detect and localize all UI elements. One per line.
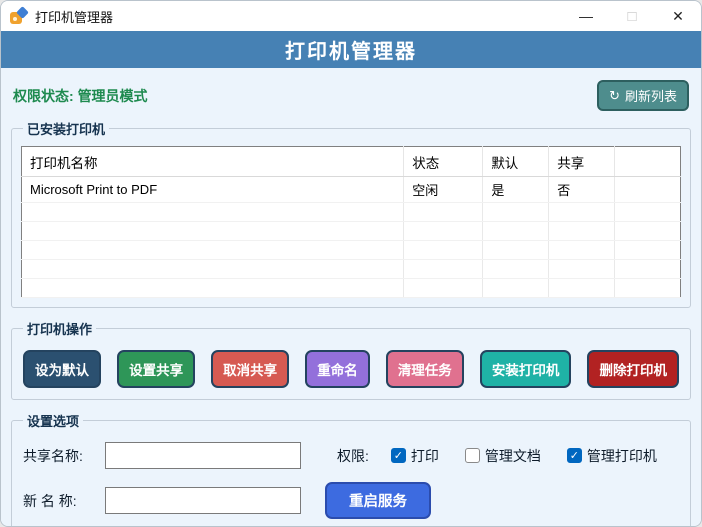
empty-cell — [615, 203, 681, 222]
printer-cell: Microsoft Print to PDF — [22, 177, 404, 203]
op-button-rename[interactable]: 重命名 — [305, 350, 370, 388]
main-content: 权限状态: 管理员模式 ↻ 刷新列表 已安装打印机 打印机名称状态默认共享 Mi… — [1, 68, 701, 527]
permissions-label: 权限: — [337, 446, 369, 466]
empty-cell — [483, 260, 549, 279]
permission-status: 权限状态: 管理员模式 — [13, 86, 148, 106]
empty-row — [22, 241, 681, 260]
op-button-delete-printer[interactable]: 删除打印机 — [587, 350, 679, 388]
printer-cell: 否 — [549, 177, 615, 203]
minimize-button[interactable]: — — [563, 1, 609, 31]
window-title: 打印机管理器 — [35, 7, 113, 26]
empty-cell — [549, 241, 615, 260]
printer-cell: 是 — [483, 177, 549, 203]
settings-grid: 共享名称: 权限: ✓ 打印 管理文档 ✓ 管理打印机 新 名 称: 重启服务 — [21, 438, 681, 525]
empty-cell — [22, 241, 404, 260]
empty-cell — [615, 222, 681, 241]
empty-cell — [404, 203, 483, 222]
empty-cell — [22, 203, 404, 222]
empty-cell — [549, 222, 615, 241]
close-button[interactable]: ✕ — [655, 1, 701, 31]
empty-cell — [549, 260, 615, 279]
app-icon-dot — [13, 17, 17, 21]
refresh-icon: ↻ — [609, 88, 620, 104]
empty-cell — [22, 279, 404, 298]
empty-cell — [483, 279, 549, 298]
restart-service-button[interactable]: 重启服务 — [325, 482, 431, 519]
new-name-label: 新 名 称: — [23, 491, 97, 511]
new-name-input[interactable] — [105, 487, 301, 514]
printer-manager-window: 打印机管理器 — □ ✕ 打印机管理器 权限状态: 管理员模式 ↻ 刷新列表 已… — [0, 0, 702, 527]
permission-checkbox-manage-documents[interactable]: 管理文档 — [465, 446, 541, 466]
app-header: 打印机管理器 — [1, 31, 701, 68]
checkbox-checked-icon[interactable]: ✓ — [567, 448, 582, 463]
window-controls: — □ ✕ — [563, 1, 701, 31]
refresh-list-button[interactable]: ↻ 刷新列表 — [597, 80, 689, 111]
share-name-input[interactable] — [105, 442, 301, 469]
permissions-checkboxes: ✓ 打印 管理文档 ✓ 管理打印机 — [391, 446, 657, 466]
empty-cell — [22, 222, 404, 241]
title-bar: 打印机管理器 — □ ✕ — [1, 1, 701, 31]
settings-group: 设置选项 共享名称: 权限: ✓ 打印 管理文档 ✓ 管理打印机 新 名 称: 重启服务 — [11, 411, 691, 527]
op-button-set-share[interactable]: 设置共享 — [117, 350, 195, 388]
empty-cell — [549, 203, 615, 222]
permission-checkbox-manage-printer[interactable]: ✓ 管理打印机 — [567, 446, 657, 466]
status-row: 权限状态: 管理员模式 ↻ 刷新列表 — [13, 80, 689, 111]
empty-cell — [404, 222, 483, 241]
printer-row[interactable]: Microsoft Print to PDF空闲是否 — [22, 177, 681, 203]
op-button-clear-jobs[interactable]: 清理任务 — [386, 350, 464, 388]
empty-cell — [615, 260, 681, 279]
empty-cell — [483, 203, 549, 222]
printer-table-header: 打印机名称状态默认共享 — [22, 147, 681, 177]
column-header[interactable]: 状态 — [404, 147, 483, 177]
op-button-install-printer[interactable]: 安装打印机 — [480, 350, 572, 388]
empty-row — [22, 222, 681, 241]
checkbox-unchecked-icon[interactable] — [465, 448, 480, 463]
permission-checkbox-print[interactable]: ✓ 打印 — [391, 446, 439, 466]
operations-button-row: 设为默认设置共享取消共享重命名清理任务安装打印机删除打印机 — [21, 346, 681, 390]
column-header[interactable]: 默认 — [483, 147, 549, 177]
empty-cell — [22, 260, 404, 279]
printer-table[interactable]: 打印机名称状态默认共享 Microsoft Print to PDF空闲是否 — [21, 146, 681, 298]
checkbox-label: 打印 — [411, 446, 439, 466]
printer-cell — [615, 177, 681, 203]
empty-cell — [615, 279, 681, 298]
settings-title: 设置选项 — [23, 411, 83, 430]
column-header[interactable]: 打印机名称 — [22, 147, 404, 177]
printer-cell: 空闲 — [404, 177, 483, 203]
empty-row — [22, 279, 681, 298]
printer-operations-group: 打印机操作 设为默认设置共享取消共享重命名清理任务安装打印机删除打印机 — [11, 319, 691, 400]
printer-operations-title: 打印机操作 — [23, 319, 96, 338]
empty-row — [22, 260, 681, 279]
installed-printers-title: 已安装打印机 — [23, 119, 109, 138]
empty-row — [22, 203, 681, 222]
empty-cell — [483, 222, 549, 241]
app-icon — [10, 8, 27, 25]
permissions-area: 权限: ✓ 打印 管理文档 ✓ 管理打印机 — [337, 446, 679, 466]
share-name-label: 共享名称: — [23, 446, 97, 466]
empty-cell — [404, 241, 483, 260]
checkbox-label: 管理打印机 — [587, 446, 657, 466]
column-header[interactable]: 共享 — [549, 147, 615, 177]
empty-cell — [483, 241, 549, 260]
checkbox-checked-icon[interactable]: ✓ — [391, 448, 406, 463]
op-button-set-default[interactable]: 设为默认 — [23, 350, 101, 388]
maximize-button[interactable]: □ — [609, 1, 655, 31]
empty-cell — [549, 279, 615, 298]
op-button-cancel-share[interactable]: 取消共享 — [211, 350, 289, 388]
installed-printers-group: 已安装打印机 打印机名称状态默认共享 Microsoft Print to PD… — [11, 119, 691, 308]
empty-cell — [404, 279, 483, 298]
empty-cell — [404, 260, 483, 279]
permission-status-label: 权限状态: — [13, 88, 74, 104]
refresh-list-label: 刷新列表 — [625, 86, 677, 105]
page-title: 打印机管理器 — [285, 35, 417, 64]
empty-cell — [615, 241, 681, 260]
permission-status-value: 管理员模式 — [78, 88, 148, 104]
column-header[interactable] — [615, 147, 681, 177]
checkbox-label: 管理文档 — [485, 446, 541, 466]
